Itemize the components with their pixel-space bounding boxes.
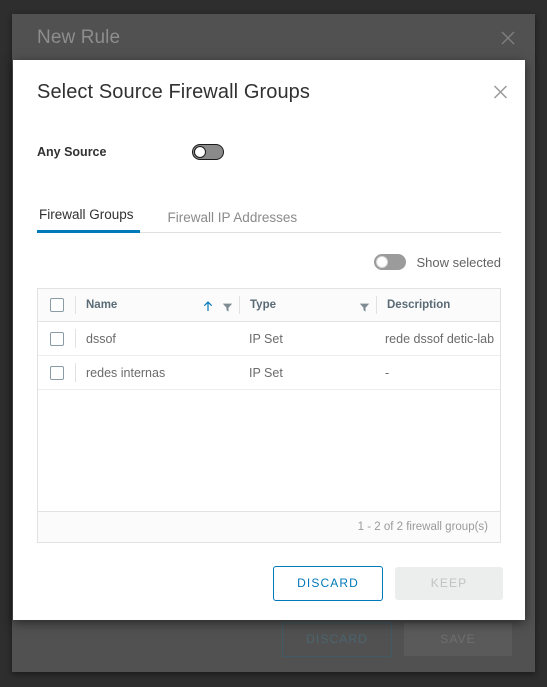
firewall-groups-table: Name Type Description dssof IP Set rede …	[37, 288, 501, 543]
select-all-checkbox[interactable]	[49, 298, 64, 312]
filter-icon[interactable]	[359, 300, 370, 312]
any-source-label: Any Source	[37, 145, 107, 159]
background-save-button: SAVE	[404, 622, 512, 656]
show-selected-toggle[interactable]	[374, 254, 407, 270]
cell-name: redes internas	[76, 366, 239, 380]
row-count-label: 1 - 2 of 2 firewall group(s)	[357, 521, 488, 533]
select-all-cell	[38, 289, 75, 321]
cell-description: rede dssof detic-lab	[375, 332, 500, 346]
cell-type: IP Set	[239, 332, 375, 346]
column-header-label: Type	[250, 299, 276, 311]
toggle-knob	[194, 146, 206, 158]
cell-text: IP Set	[249, 331, 283, 346]
column-header-label: Name	[86, 299, 118, 311]
cell-text: dssof	[86, 331, 116, 346]
table-row[interactable]: dssof IP Set rede dssof detic-lab	[38, 322, 500, 356]
toggle-knob	[376, 256, 389, 268]
tab-firewall-ip-addresses[interactable]: Firewall IP Addresses	[166, 210, 304, 233]
discard-button[interactable]: DISCARD	[273, 565, 383, 601]
table-row[interactable]: redes internas IP Set -	[38, 356, 500, 390]
close-icon[interactable]	[492, 84, 509, 101]
cell-text: rede dssof detic-lab	[385, 331, 495, 346]
cell-description: -	[375, 366, 500, 380]
tab-label: Firewall Groups	[39, 207, 134, 222]
row-select-cell	[38, 322, 75, 355]
page-title: Select Source Firewall Groups	[37, 80, 311, 103]
cell-type: IP Set	[239, 366, 375, 380]
table-footer: 1 - 2 of 2 firewall group(s)	[38, 511, 500, 542]
row-checkbox[interactable]	[49, 331, 64, 346]
modal-footer: DISCARD KEEP	[13, 546, 525, 620]
background-dialog-header: New Rule	[12, 14, 535, 61]
cell-text: IP Set	[249, 365, 283, 380]
any-source-toggle[interactable]	[192, 144, 224, 160]
row-select-cell	[38, 356, 75, 389]
cell-name: dssof	[76, 332, 239, 346]
background-discard-button[interactable]: DISCARD	[282, 621, 392, 657]
tab-bar: Firewall Groups Firewall IP Addresses	[37, 198, 501, 233]
cell-text: redes internas	[86, 365, 166, 380]
cell-text: -	[385, 365, 390, 380]
close-icon[interactable]	[500, 30, 516, 46]
column-header-description[interactable]: Description	[377, 299, 500, 311]
tab-firewall-groups[interactable]: Firewall Groups	[37, 207, 140, 233]
modal-body: Any Source Firewall Groups Firewall IP A…	[13, 124, 525, 543]
keep-button: KEEP	[395, 566, 503, 600]
arrow-up-icon[interactable]	[202, 299, 214, 312]
column-header-label: Description	[387, 299, 451, 311]
column-header-name[interactable]: Name	[76, 299, 239, 312]
modal-header: Select Source Firewall Groups	[13, 60, 525, 124]
select-source-firewall-groups-modal: Select Source Firewall Groups Any Source…	[13, 60, 525, 620]
column-header-type[interactable]: Type	[240, 299, 376, 312]
show-selected-row: Show selected	[37, 242, 501, 282]
show-selected-label: Show selected	[416, 254, 501, 270]
table-empty-area	[38, 390, 500, 511]
background-dialog-title: New Rule	[37, 26, 121, 48]
filter-icon[interactable]	[222, 300, 233, 312]
table-header-row: Name Type Description	[38, 289, 500, 322]
row-checkbox[interactable]	[49, 365, 64, 380]
any-source-row: Any Source	[37, 124, 501, 180]
screen: New Rule DISCARD SAVE Select Source Fire…	[0, 0, 547, 687]
tab-label: Firewall IP Addresses	[167, 210, 298, 225]
